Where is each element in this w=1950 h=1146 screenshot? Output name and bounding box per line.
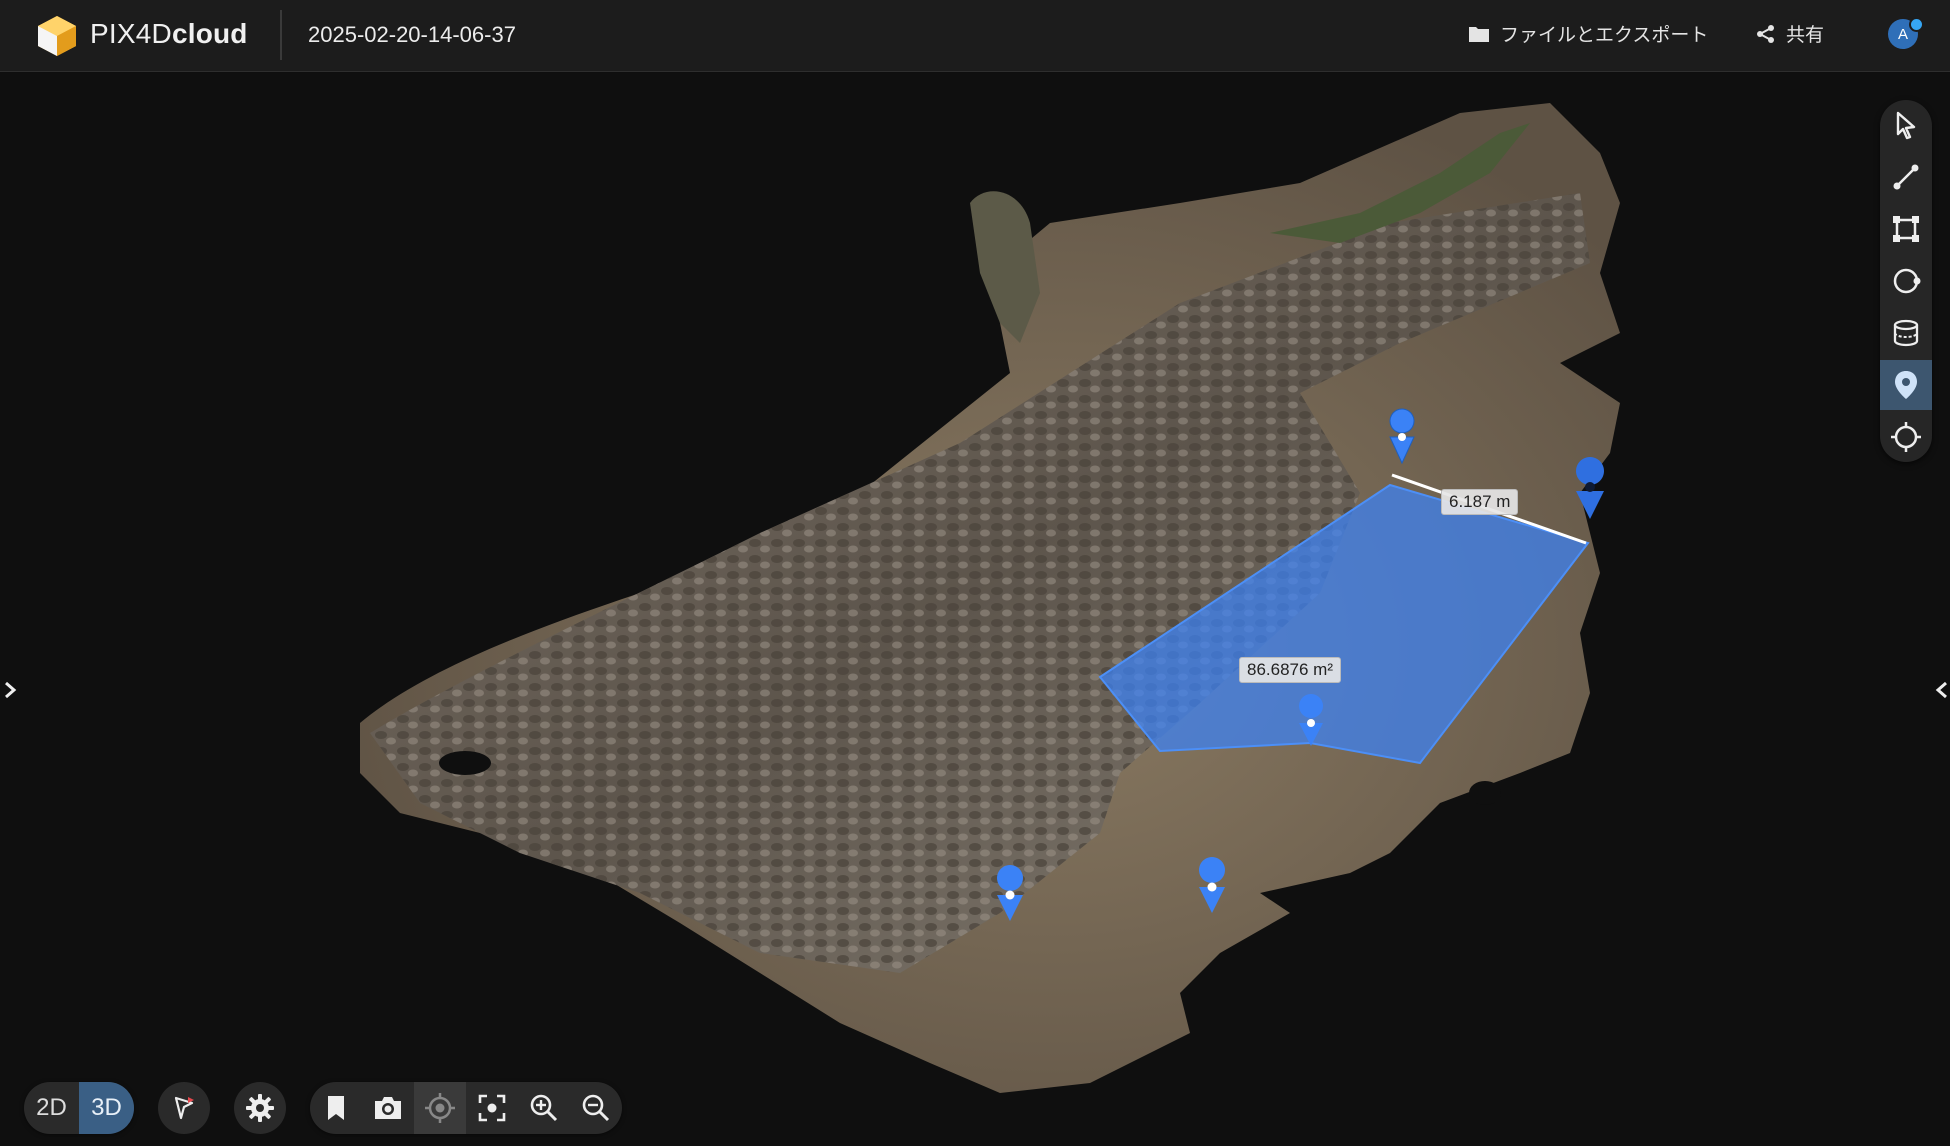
3d-viewport[interactable]: 6.187 m 86.6876 m² (0, 73, 1950, 1146)
brand-name[interactable]: PIX4Dcloud (90, 18, 248, 50)
measurement-toolbar (1880, 100, 1932, 462)
marker-tool[interactable] (1880, 360, 1932, 410)
distance-tool[interactable] (1880, 152, 1932, 202)
zoom-out-button[interactable] (570, 1082, 622, 1134)
right-panel-toggle[interactable] (1932, 677, 1950, 703)
chevron-right-icon (5, 681, 17, 699)
view-3d-button[interactable]: 3D (79, 1082, 134, 1134)
focus-frame-icon (478, 1094, 506, 1122)
gear-icon (246, 1094, 274, 1122)
left-panel-toggle[interactable] (0, 677, 20, 703)
circle-tool-icon (1893, 268, 1921, 294)
point-cloud-scene[interactable] (0, 73, 1950, 1146)
cursor-flag-icon (174, 1096, 194, 1120)
view-tools-group (310, 1082, 622, 1134)
volume-icon (1893, 319, 1919, 347)
chevron-left-icon (1935, 681, 1947, 699)
target-icon (425, 1093, 455, 1123)
marker-icon (1895, 371, 1917, 399)
area-tool[interactable] (1880, 204, 1932, 254)
distance-measure-label[interactable]: 6.187 m (1441, 489, 1519, 515)
share-button[interactable]: 共有 (1756, 20, 1824, 47)
bookmark-button[interactable] (310, 1082, 362, 1134)
volume-tool[interactable] (1880, 308, 1932, 358)
bookmark-icon (328, 1096, 344, 1120)
share-icon (1757, 24, 1774, 43)
files-export-button[interactable]: ファイルとエクスポート (1468, 20, 1708, 47)
area-measure-label[interactable]: 86.6876 m² (1239, 657, 1341, 683)
settings-button[interactable] (234, 1082, 286, 1134)
folder-icon (1469, 26, 1489, 42)
polyline-icon (1893, 164, 1919, 190)
share-label: 共有 (1786, 25, 1825, 46)
brand-bold: cloud (171, 18, 248, 49)
crosshair-icon (1891, 422, 1921, 452)
recenter-button[interactable] (414, 1082, 466, 1134)
polygon-icon (1893, 216, 1919, 242)
select-tool[interactable] (1880, 100, 1932, 150)
circle-tool[interactable] (1880, 256, 1932, 306)
brand-light: PIX4D (90, 18, 172, 49)
zoom-in-button[interactable] (518, 1082, 570, 1134)
view-2d-button[interactable]: 2D (24, 1082, 79, 1134)
fit-view-button[interactable] (466, 1082, 518, 1134)
camera-icon (375, 1097, 401, 1119)
files-export-label: ファイルとエクスポート (1500, 25, 1709, 46)
pix4d-logo-icon[interactable] (36, 14, 78, 58)
view-mode-toggle: 2D 3D (24, 1082, 134, 1134)
navigation-mode-button[interactable] (158, 1082, 210, 1134)
select-icon (1896, 111, 1916, 140)
top-bar: PIX4Dcloud 2025-02-20-14-06-37 ファイルとエクスポ… (0, 0, 1950, 72)
header-divider (280, 10, 282, 60)
project-title: 2025-02-20-14-06-37 (308, 22, 516, 47)
zoom-out-icon (582, 1094, 610, 1122)
locate-tool[interactable] (1880, 412, 1932, 462)
screenshot-button[interactable] (362, 1082, 414, 1134)
zoom-in-icon (530, 1094, 558, 1122)
notification-dot (1909, 17, 1924, 32)
